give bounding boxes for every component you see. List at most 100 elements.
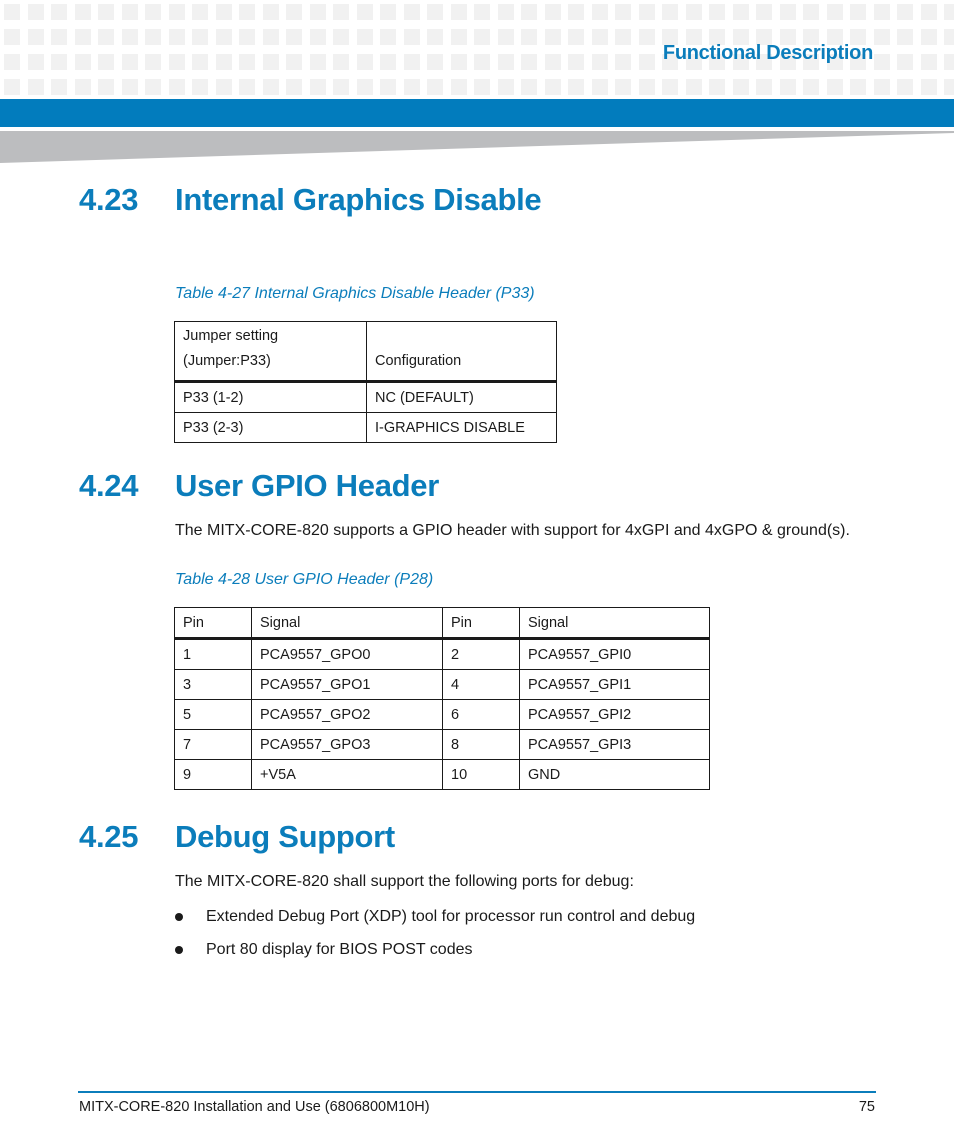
grid-cell: [192, 29, 208, 45]
grid-cell: [544, 4, 561, 20]
grid-cell: [779, 4, 796, 20]
table-cell: PCA9557_GPI2: [519, 699, 710, 730]
grid-cell: [74, 79, 91, 95]
grid-cell: [215, 79, 232, 95]
grid-cell: [380, 79, 396, 95]
grid-cell: [168, 4, 185, 20]
grid-cell: [98, 29, 114, 45]
grid-cell: [403, 54, 420, 70]
grid-cell: [27, 4, 44, 20]
grid-cell: [638, 79, 655, 95]
grid-cell: [286, 79, 302, 95]
grid-cell: [450, 79, 467, 95]
table-cell: 2: [442, 638, 520, 670]
grid-cell: [4, 29, 20, 45]
grid-cell: [497, 29, 514, 45]
grid-cell: [897, 54, 913, 70]
grid-cell: [638, 54, 655, 70]
section-heading-4-23: 4.23 Internal Graphics Disable: [79, 182, 542, 218]
grid-cell: [944, 4, 954, 20]
table-cell: 9: [174, 759, 252, 790]
table-cell: PCA9557_GPO1: [251, 669, 443, 700]
grid-cell: [333, 4, 349, 20]
grid-cell: [568, 54, 584, 70]
grid-cell: [756, 4, 772, 20]
table-cell: GND: [519, 759, 710, 790]
table-cell: PCA9557_GPI0: [519, 638, 710, 670]
grid-cell: [920, 54, 937, 70]
grid-cell: [474, 79, 490, 95]
grid-cell: [873, 54, 890, 70]
grid-cell: [145, 29, 161, 45]
grid-cell: [850, 4, 866, 20]
table-row: 3 PCA9557_GPO1 4 PCA9557_GPI1: [174, 669, 710, 700]
grid-cell: [450, 4, 467, 20]
grid-cell: [920, 79, 937, 95]
grid-cell: [74, 4, 91, 20]
grid-cell: [591, 29, 608, 45]
grid-cell: [239, 29, 255, 45]
grid-cell: [262, 4, 279, 20]
running-header-title: Functional Description: [662, 42, 873, 64]
grid-cell: [239, 79, 255, 95]
table-cell: 1: [174, 638, 252, 670]
grid-cell: [333, 54, 349, 70]
grid-cell: [897, 79, 913, 95]
grid-cell: [168, 54, 185, 70]
header-cell-pin: Pin: [442, 607, 520, 640]
section-number: 4.23: [79, 182, 139, 217]
grid-cell: [121, 54, 138, 70]
grid-cell: [51, 54, 67, 70]
table-cell: 7: [174, 729, 252, 760]
grid-cell: [944, 54, 954, 70]
section-number: 4.25: [79, 819, 139, 854]
grid-cell: [356, 29, 373, 45]
table-row: 1 PCA9557_GPO0 2 PCA9557_GPI0: [174, 638, 710, 670]
grid-cell: [591, 79, 608, 95]
grid-cell: [732, 79, 749, 95]
table-cell: 4: [442, 669, 520, 700]
grid-cell: [427, 29, 443, 45]
header-cell-pin: Pin: [174, 607, 252, 640]
grid-cell: [521, 29, 537, 45]
table-row: P33 (1-2) NC (DEFAULT): [174, 381, 557, 413]
grid-cell: [803, 4, 819, 20]
grid-cell: [27, 29, 44, 45]
grid-cell: [497, 54, 514, 70]
grid-cell: [121, 29, 138, 45]
grid-cell: [450, 54, 467, 70]
grid-cell: [51, 79, 67, 95]
table-cell: 6: [442, 699, 520, 730]
grid-cell: [4, 4, 20, 20]
grid-cell: [850, 79, 866, 95]
internal-graphics-disable-table: Jumper setting (Jumper:P33) Configuratio…: [174, 321, 557, 443]
grid-cell: [803, 79, 819, 95]
grid-cell: [709, 79, 725, 95]
grid-cell: [897, 4, 913, 20]
grid-cell: [98, 79, 114, 95]
grid-cell: [615, 79, 631, 95]
debug-port-list: Extended Debug Port (XDP) tool for proce…: [175, 905, 695, 971]
grid-cell: [309, 54, 326, 70]
table-caption-4-27: Table 4-27 Internal Graphics Disable Hea…: [175, 285, 535, 302]
header-line: (Jumper:P33): [183, 353, 271, 369]
grid-cell: [826, 4, 843, 20]
grid-cell: [215, 29, 232, 45]
grid-cell: [568, 29, 584, 45]
section-number: 4.24: [79, 468, 139, 503]
grid-cell: [615, 29, 631, 45]
grid-cell: [873, 4, 890, 20]
grid-cell: [521, 4, 537, 20]
grid-cell: [591, 54, 608, 70]
grid-cell: [873, 79, 890, 95]
grid-cell: [427, 54, 443, 70]
table-cell: 10: [442, 759, 520, 790]
grid-cell: [192, 54, 208, 70]
section-title: Internal Graphics Disable: [175, 182, 542, 217]
grid-cell: [286, 29, 302, 45]
grid-cell: [544, 54, 561, 70]
table-cell: 5: [174, 699, 252, 730]
grid-cell: [474, 4, 490, 20]
table-cell: PCA9557_GPO0: [251, 638, 443, 670]
table-cell: +V5A: [251, 759, 443, 790]
